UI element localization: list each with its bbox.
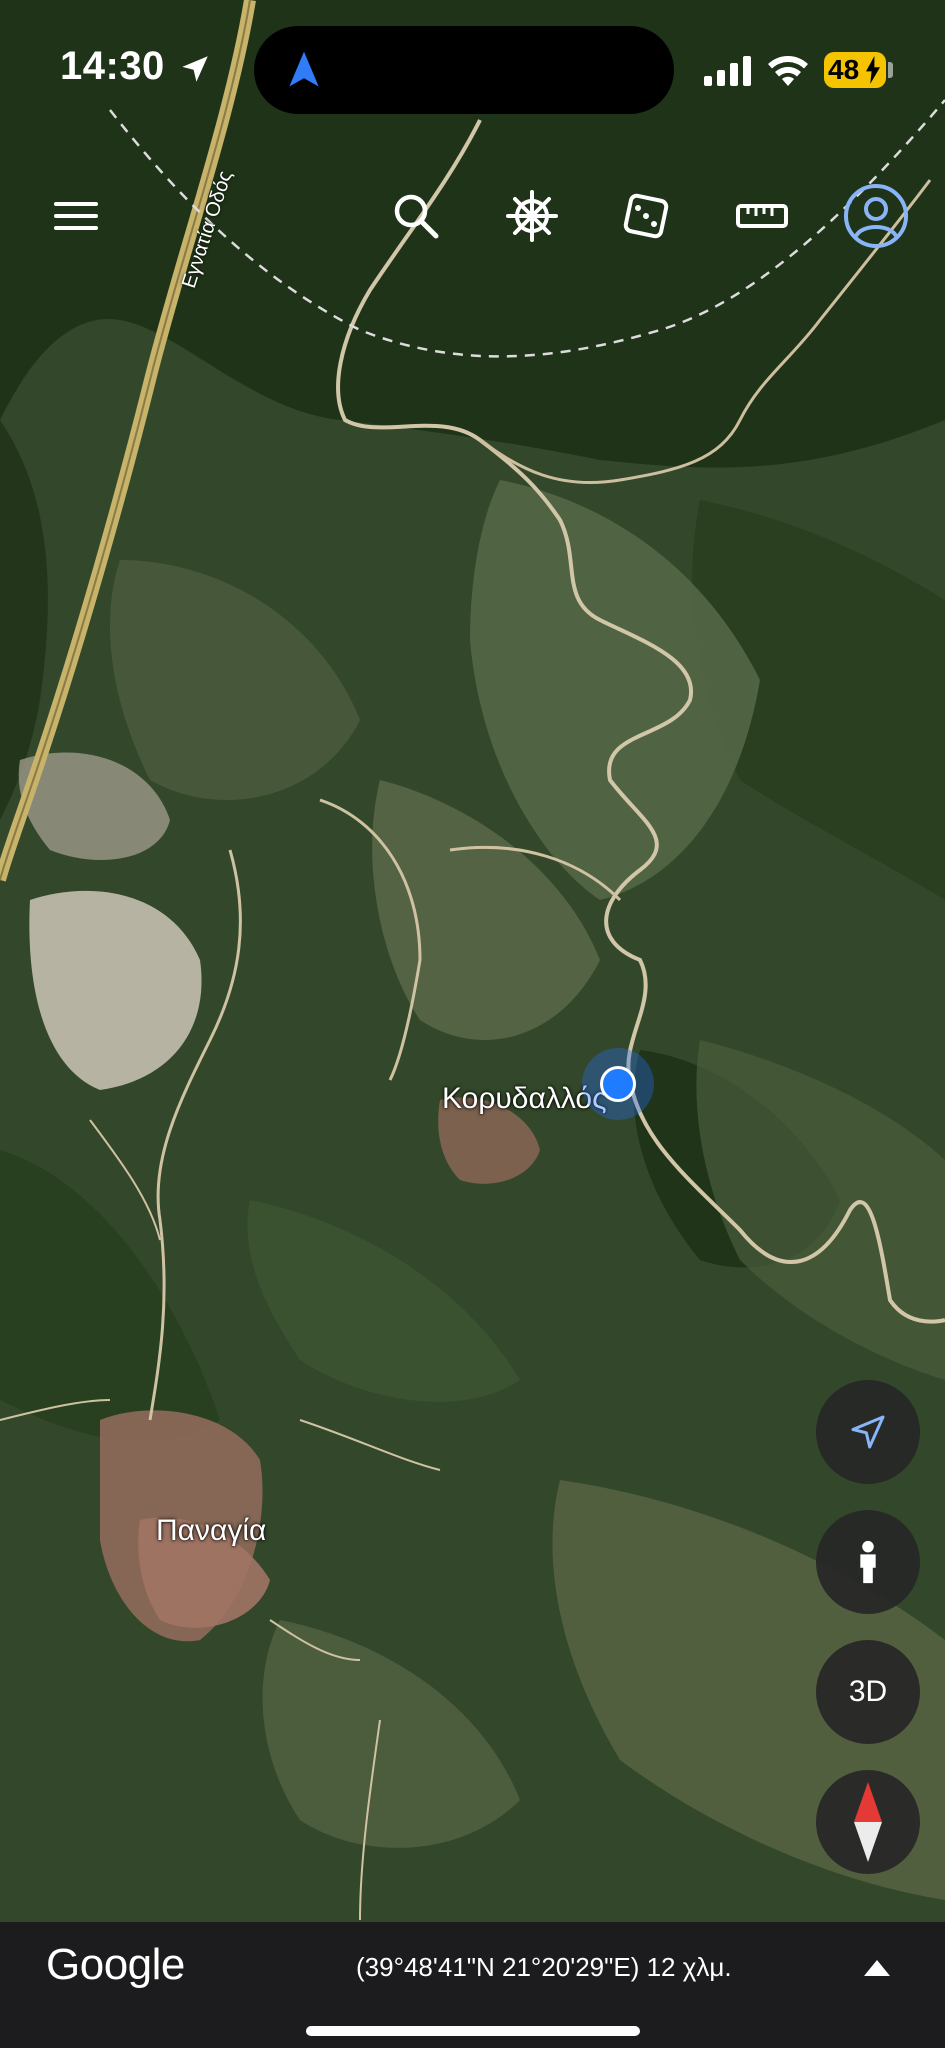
compass-icon bbox=[854, 1782, 882, 1862]
current-location-marker[interactable] bbox=[582, 1048, 654, 1120]
search-icon[interactable] bbox=[386, 186, 446, 246]
dice-icon[interactable] bbox=[616, 186, 676, 246]
bottom-info-bar: Google (39°48'41"N 21°20'29"E) 12 χλμ. bbox=[0, 1922, 945, 2048]
navigation-arrow-icon bbox=[289, 51, 319, 87]
voyager-wheel-icon[interactable] bbox=[502, 186, 562, 246]
location-arrow-icon bbox=[182, 56, 208, 82]
dynamic-island[interactable] bbox=[254, 26, 674, 114]
ruler-icon[interactable] bbox=[732, 186, 792, 246]
coordinates-readout[interactable]: (39°48'41"N 21°20'29"E) 12 χλμ. bbox=[356, 1952, 732, 1983]
caret-up-icon[interactable] bbox=[864, 1960, 890, 1976]
home-indicator[interactable] bbox=[306, 2026, 640, 2036]
signal-icon bbox=[704, 56, 751, 86]
view-3d-button[interactable]: 3D bbox=[816, 1640, 920, 1744]
google-logo: Google bbox=[46, 1940, 185, 1989]
status-bar: 14:30 48 bbox=[0, 0, 945, 130]
compass-button[interactable] bbox=[816, 1770, 920, 1874]
my-location-icon bbox=[851, 1415, 885, 1449]
status-time: 14:30 bbox=[60, 44, 165, 88]
charging-bolt-icon bbox=[866, 56, 880, 84]
account-icon[interactable] bbox=[842, 182, 910, 250]
location-dot bbox=[600, 1066, 636, 1102]
battery-level: 48 bbox=[828, 54, 860, 85]
battery-tip bbox=[888, 62, 893, 78]
view-3d-label: 3D bbox=[848, 1675, 888, 1708]
pegman-icon bbox=[860, 1540, 876, 1584]
street-view-button[interactable] bbox=[816, 1510, 920, 1614]
wifi-icon bbox=[768, 56, 808, 86]
menu-icon[interactable] bbox=[48, 186, 108, 246]
satellite-map[interactable] bbox=[0, 0, 945, 2048]
my-location-button[interactable] bbox=[816, 1380, 920, 1484]
battery-charging-icon: 48 bbox=[824, 52, 886, 88]
place-label-panagia[interactable]: Παναγία bbox=[156, 1514, 266, 1548]
